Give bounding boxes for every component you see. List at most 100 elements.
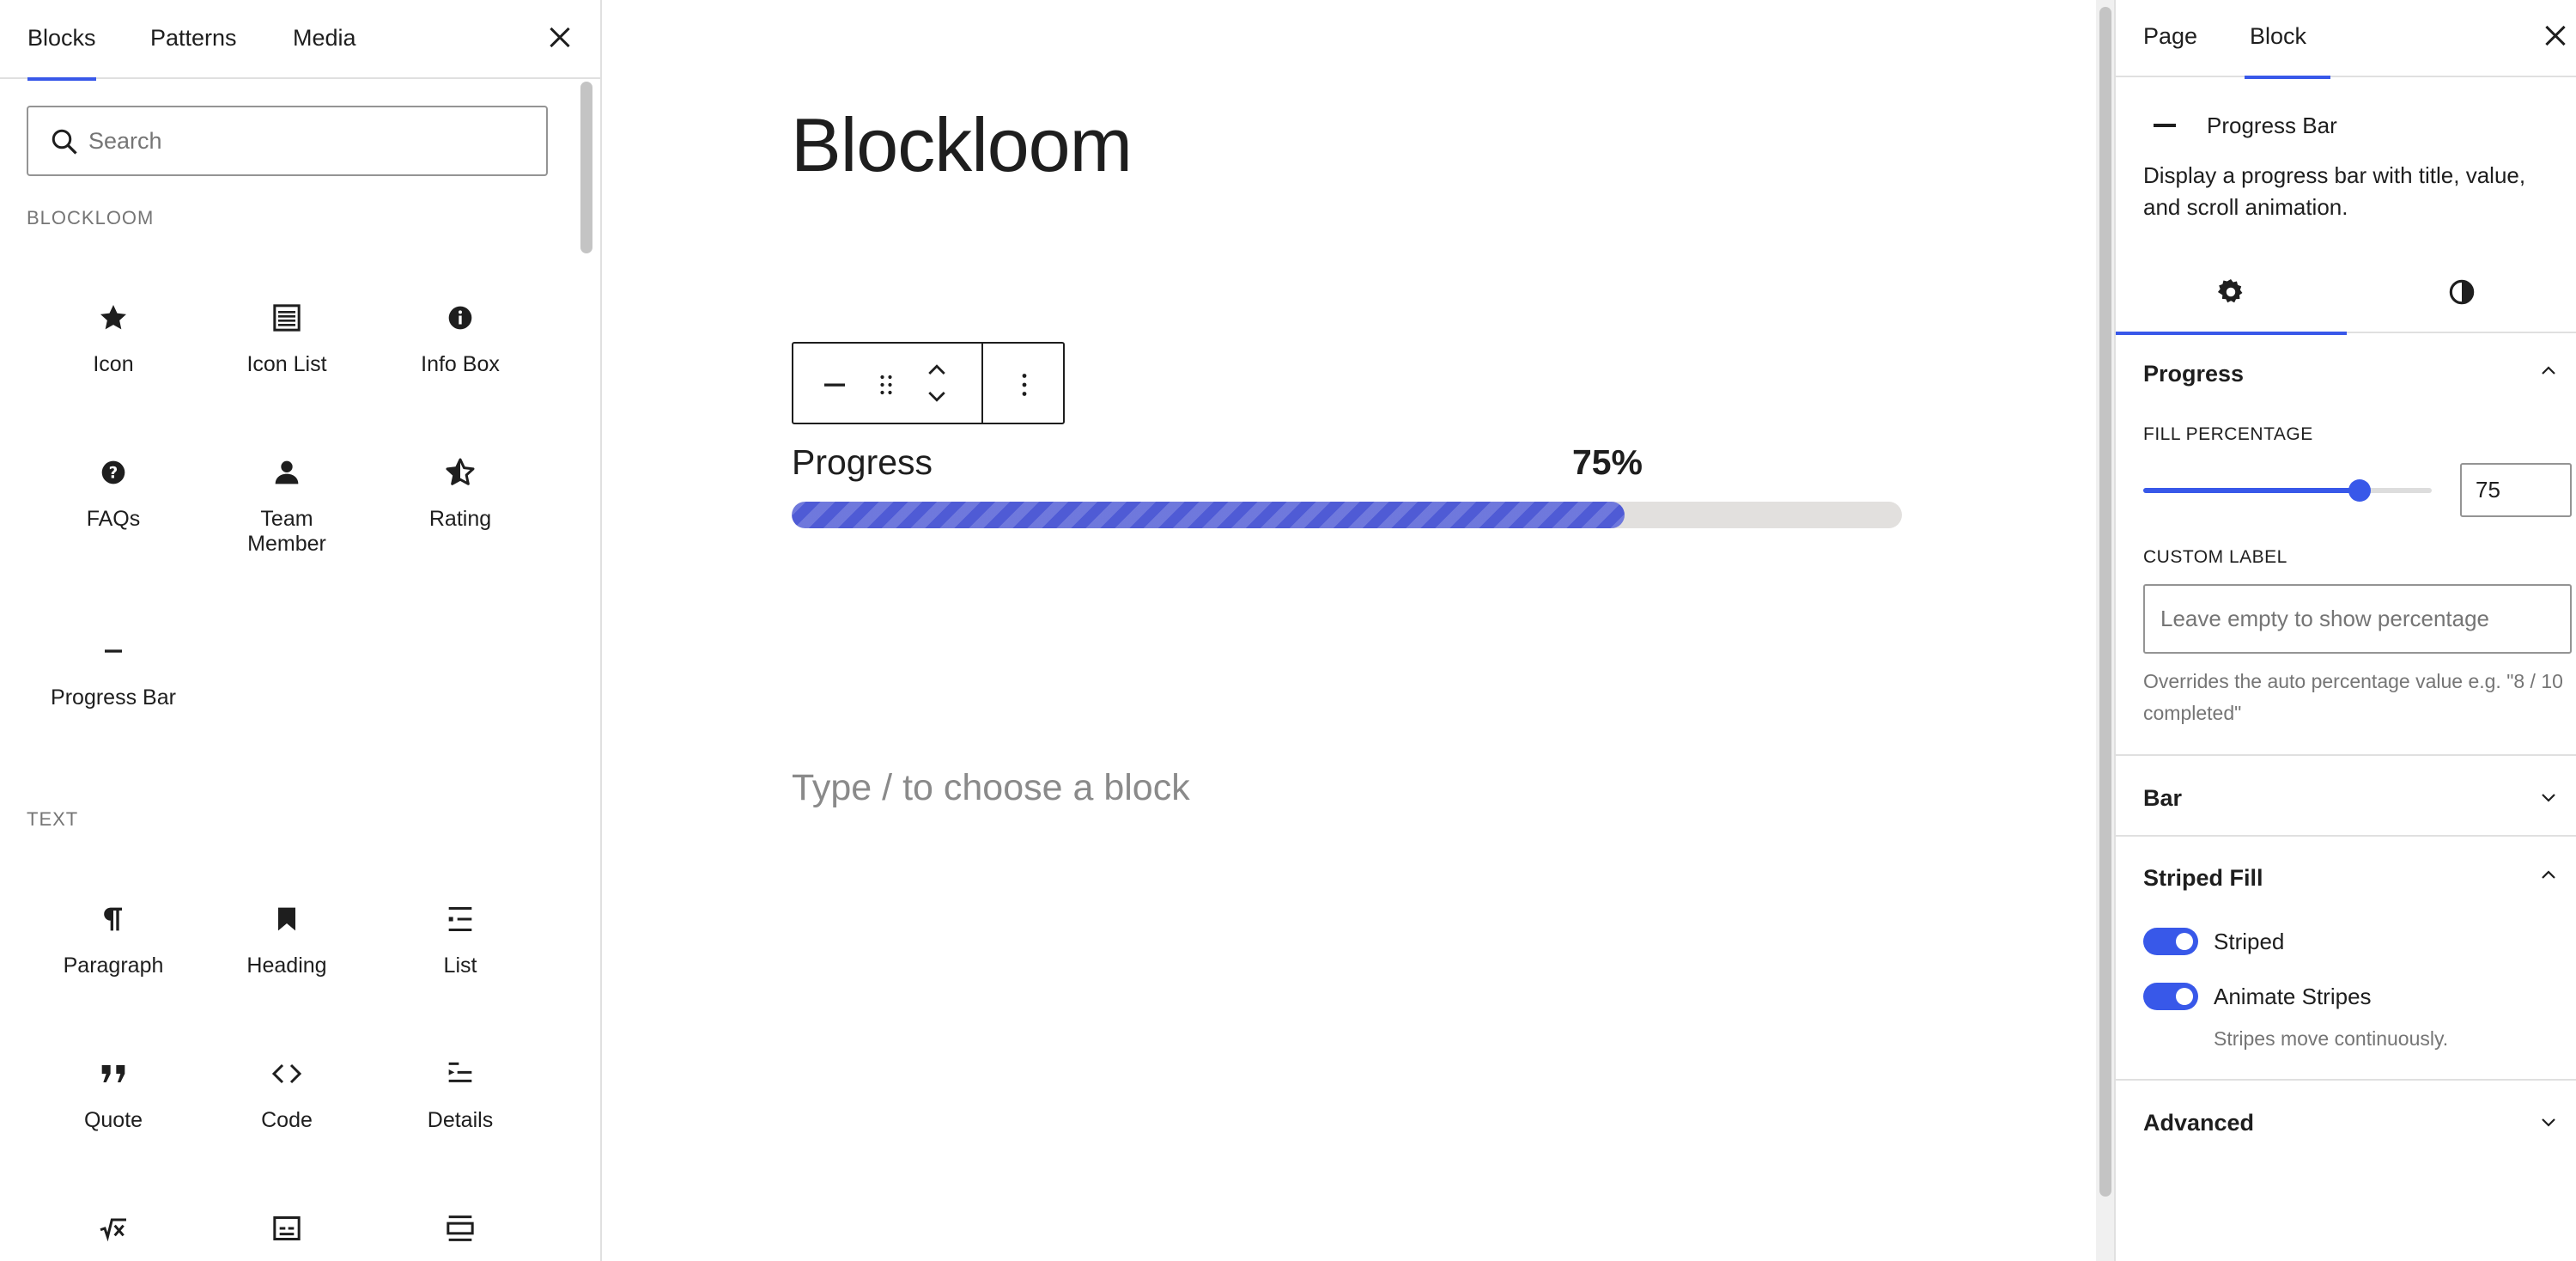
block-item-label: Code <box>261 1108 313 1132</box>
paragraph-icon <box>104 907 122 931</box>
panel-advanced-title[interactable]: Advanced <box>2143 1110 2254 1136</box>
panel-bar[interactable]: Bar <box>2116 756 2576 837</box>
tab-page[interactable]: Page <box>2143 0 2197 77</box>
fill-percentage-slider[interactable] <box>2143 479 2432 502</box>
star-icon <box>100 305 126 330</box>
inserter-scrollbar[interactable] <box>580 82 592 253</box>
block-appender-placeholder[interactable]: Type / to choose a block <box>792 767 1190 809</box>
block-item-label: Progress Bar <box>51 685 176 710</box>
block-item-label: Info Box <box>421 352 500 376</box>
block-item-label: Team Member <box>247 507 326 556</box>
custom-label-input[interactable] <box>2143 584 2572 654</box>
block-item-list[interactable]: List <box>374 885 546 1014</box>
block-item-team-member[interactable]: Team Member <box>201 438 373 567</box>
block-card-title: Progress Bar <box>2207 113 2337 138</box>
block-type-minus-icon[interactable] <box>819 369 850 400</box>
close-inserter-icon[interactable] <box>543 21 577 55</box>
tab-media[interactable]: Media <box>293 0 356 79</box>
sidebar-tabs: Page Block <box>2116 0 2576 79</box>
move-up-icon[interactable] <box>924 359 950 380</box>
block-item-heading[interactable]: Heading <box>201 885 373 1014</box>
person-icon <box>275 460 299 484</box>
fill-percentage-input[interactable] <box>2460 463 2572 517</box>
chevron-up-icon[interactable] <box>2540 362 2557 380</box>
page-title[interactable]: Blockloom <box>791 101 1133 189</box>
category-heading-blockloom: BLOCKLOOM <box>27 207 155 228</box>
block-item-label: Heading <box>246 953 327 978</box>
block-card-description: Display a progress bar with title, value… <box>2143 162 2526 220</box>
block-item-math[interactable] <box>27 1194 199 1261</box>
info-icon <box>448 306 472 330</box>
custom-label-label: CUSTOM LABEL <box>2143 547 2287 567</box>
close-settings-icon[interactable] <box>2538 19 2573 53</box>
block-toolbar <box>792 342 1065 424</box>
custom-label-help: Overrides the auto percentage value e.g.… <box>2143 670 2563 724</box>
block-item-rating[interactable]: Rating <box>374 438 546 567</box>
block-item-faqs[interactable]: ? FAQs <box>27 438 199 567</box>
search-field[interactable] <box>27 106 548 176</box>
block-item-info-box[interactable]: Info Box <box>374 283 546 412</box>
move-down-icon[interactable] <box>924 387 950 407</box>
animate-stripes-toggle-label: Animate Stripes <box>2214 984 2372 1009</box>
fill-percentage-label: FILL PERCENTAGE <box>2143 424 2313 444</box>
block-item-code[interactable]: Code <box>201 1039 373 1168</box>
block-inserter-panel: Blocks Patterns Media BLOCKLOOM Icon Ico… <box>0 0 602 1261</box>
canvas-scrollbar[interactable] <box>2096 0 2115 1261</box>
rating-star-icon <box>446 458 475 485</box>
category-heading-text: TEXT <box>27 808 79 830</box>
settings-sidebar: Page Block Progress Bar Display a progre… <box>2114 0 2576 1261</box>
editor-canvas[interactable]: Blockloom Progress 75% Type / to choose … <box>602 0 2115 1261</box>
block-card-minus-icon <box>2154 124 2176 127</box>
minus-icon <box>105 649 122 653</box>
canvas-scrollbar-thumb[interactable] <box>2099 7 2111 1197</box>
panel-bar-title[interactable]: Bar <box>2143 785 2182 812</box>
tab-block[interactable]: Block <box>2244 0 2331 79</box>
block-item-label: Icon List <box>246 352 327 376</box>
inserter-tabs: Blocks Patterns Media <box>0 0 600 81</box>
block-item-label: Details <box>427 1108 494 1132</box>
block-item-quote[interactable]: Quote <box>27 1039 199 1168</box>
more-options-icon[interactable] <box>1009 368 1040 402</box>
pullquote-icon <box>447 1215 474 1241</box>
tab-settings[interactable] <box>2116 254 2347 335</box>
chevron-up-icon[interactable] <box>2540 867 2557 884</box>
search-input[interactable] <box>88 107 535 174</box>
help-icon: ? <box>101 460 125 484</box>
tab-patterns[interactable]: Patterns <box>150 0 237 79</box>
block-item-icon-list[interactable]: Icon List <box>201 283 373 412</box>
chevron-down-icon[interactable] <box>2540 1113 2557 1130</box>
animate-stripes-help: Stripes move continuously. <box>2214 1027 2449 1050</box>
progress-value: 75% <box>1571 442 1643 482</box>
progress-title[interactable]: Progress <box>792 442 933 483</box>
block-item-details[interactable]: Details <box>374 1039 546 1168</box>
chevron-down-icon[interactable] <box>2540 789 2557 806</box>
math-icon <box>100 1218 126 1242</box>
block-item-label: Icon <box>93 352 134 376</box>
gear-icon <box>2217 278 2243 303</box>
code-icon <box>271 1063 302 1084</box>
animate-stripes-toggle[interactable] <box>2143 983 2198 1010</box>
quote-icon <box>101 1065 125 1082</box>
search-icon <box>52 129 77 155</box>
block-item-label: FAQs <box>86 507 141 531</box>
svg-text:?: ? <box>109 465 118 483</box>
toolbar-divider <box>981 344 983 423</box>
bookmark-icon <box>278 907 295 931</box>
slider-thumb[interactable] <box>2348 479 2371 502</box>
block-item-label: Quote <box>83 1108 143 1132</box>
block-item-icon[interactable]: Icon <box>27 283 199 412</box>
block-item-progress-bar[interactable]: Progress Bar <box>27 617 199 746</box>
block-item-paragraph[interactable]: Paragraph <box>27 885 199 1014</box>
tab-blocks[interactable]: Blocks <box>27 0 96 81</box>
panel-striped-fill-title[interactable]: Striped Fill <box>2143 865 2263 892</box>
preformatted-icon <box>273 1216 301 1240</box>
tab-styles[interactable] <box>2347 254 2576 333</box>
panel-progress-title[interactable]: Progress <box>2143 361 2244 387</box>
block-item-pullquote[interactable] <box>374 1194 546 1261</box>
panel-advanced[interactable]: Advanced <box>2116 1081 2576 1161</box>
block-item-preformatted[interactable] <box>201 1194 373 1261</box>
progress-track[interactable] <box>792 502 1902 528</box>
drag-handle-icon[interactable] <box>871 368 902 402</box>
striped-toggle[interactable] <box>2143 928 2198 955</box>
block-item-label: List <box>443 953 477 978</box>
